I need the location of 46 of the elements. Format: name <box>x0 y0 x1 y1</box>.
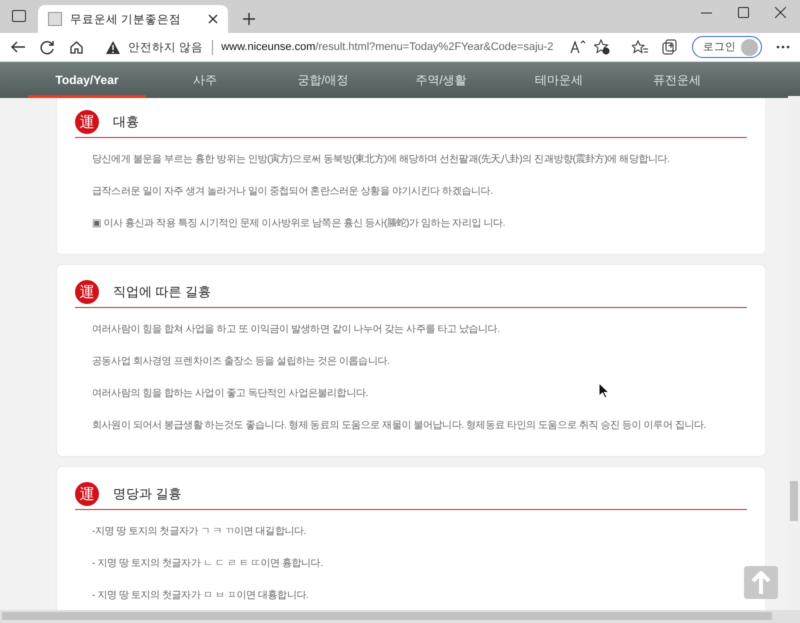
up-arrow-icon <box>751 570 771 594</box>
mouse-cursor-icon <box>598 382 610 399</box>
home-icon[interactable] <box>69 40 84 54</box>
add-favorite-icon[interactable] <box>594 39 610 55</box>
close-icon[interactable] <box>775 7 786 18</box>
section-paragraph: 여러사람의 힘을 합하는 사업이 좋고 독단적인 사업은불리합니다. <box>92 387 368 401</box>
new-tab-icon[interactable] <box>242 12 256 26</box>
collections-icon[interactable] <box>662 39 678 55</box>
url-text: www.niceunse.com/result.html?menu=Today%2FYear&Code=saju-2 <box>221 41 554 53</box>
more-icon[interactable] <box>776 45 790 49</box>
avatar-icon <box>741 38 758 56</box>
section-paragraph: 급작스러운 일이 자주 생겨 놀라거나 일이 중첩되어 혼란스러운 상황을 야기시킨다 하겠습니다. <box>92 185 493 199</box>
back-icon[interactable] <box>10 40 26 54</box>
site-favicon-icon <box>48 12 62 26</box>
nav-tab[interactable]: 사주 <box>146 62 264 98</box>
close-icon[interactable] <box>208 14 218 24</box>
refresh-icon[interactable] <box>40 40 55 54</box>
section-paragraph: 회사원이 되어서 봉급생활 하는것도 좋습니다. 형제 동료의 도움으로 재물이 불어납니다. 형제동료 타인의 도움으로 취직 승진 등이 이루어 집니다. <box>92 419 706 433</box>
maximize-icon[interactable] <box>738 7 749 18</box>
section-title: 명당과 길흉 <box>113 485 182 503</box>
nav-tab[interactable]: 퓨전운세 <box>618 62 736 98</box>
section-title: 대흉 <box>113 113 139 131</box>
section-paragraph: -지명 땅 토지의 첫글자가 ㄱ ㅋ ㄲ이면 대길합니다. <box>92 525 306 539</box>
section-paragraph: 공동사업 회사경영 프렌차이즈 출장소 등을 설립하는 것은 이롭습니다. <box>92 355 390 369</box>
login-button[interactable]: 로그인 <box>692 36 762 58</box>
address-bar[interactable]: 안전하지 않음 www.niceunse.com/result.html?menu=Today%2FYear&Code=saju-2 <box>98 35 618 59</box>
nav-tab[interactable]: 주역/생활 <box>382 62 500 98</box>
read-aloud-icon[interactable] <box>570 40 586 54</box>
section-paragraph: 여러사람이 힘을 합쳐 사업을 하고 또 이익금이 발생하면 같이 나누어 갖는 사주를 타고 났습니다. <box>92 323 500 337</box>
favorites-icon[interactable] <box>632 40 648 54</box>
tab-title: 무료운세 기분좋은점 <box>70 12 182 26</box>
horizontal-scrollbar[interactable] <box>0 610 800 623</box>
seal-badge: 運 <box>75 482 99 506</box>
tab-actions-icon[interactable] <box>12 10 26 22</box>
security-label: 안전하지 않음 <box>128 40 214 54</box>
seal-badge: 運 <box>75 110 99 134</box>
section-paragraph: - 지명 땅 토지의 첫글자가 ㅁ ㅂ ㅍ이면 대흉합니다. <box>92 589 308 603</box>
warning-icon <box>106 40 120 54</box>
section-paragraph: - 지명 땅 토지의 첫글자가 ㄴ ㄷ ㄹ ㅌ ㄸ이면 흉합니다. <box>92 557 323 571</box>
nav-tab[interactable]: 궁합/애정 <box>264 62 382 98</box>
nav-tab[interactable]: 테마운세 <box>500 62 618 98</box>
browser-tab[interactable]: 무료운세 기분좋은점 <box>38 5 228 33</box>
section-paragraph: ▣ 이사 흉신과 작용 특징 시기적인 문제 이사방위로 남쪽은 흉신 등사(螣蛇)가 임하는 자리입 니다. <box>92 216 506 231</box>
section-paragraph: 당신에게 불운을 부르는 흉한 방위는 인방(寅方)으로써 동북방(東北方)에 해당하며 선천팔괘(先天八卦)의 진괘방향(震卦方)에 해당합니다. <box>92 152 670 167</box>
section-title: 직업에 따른 길흉 <box>113 283 212 301</box>
seal-badge: 運 <box>75 280 99 304</box>
